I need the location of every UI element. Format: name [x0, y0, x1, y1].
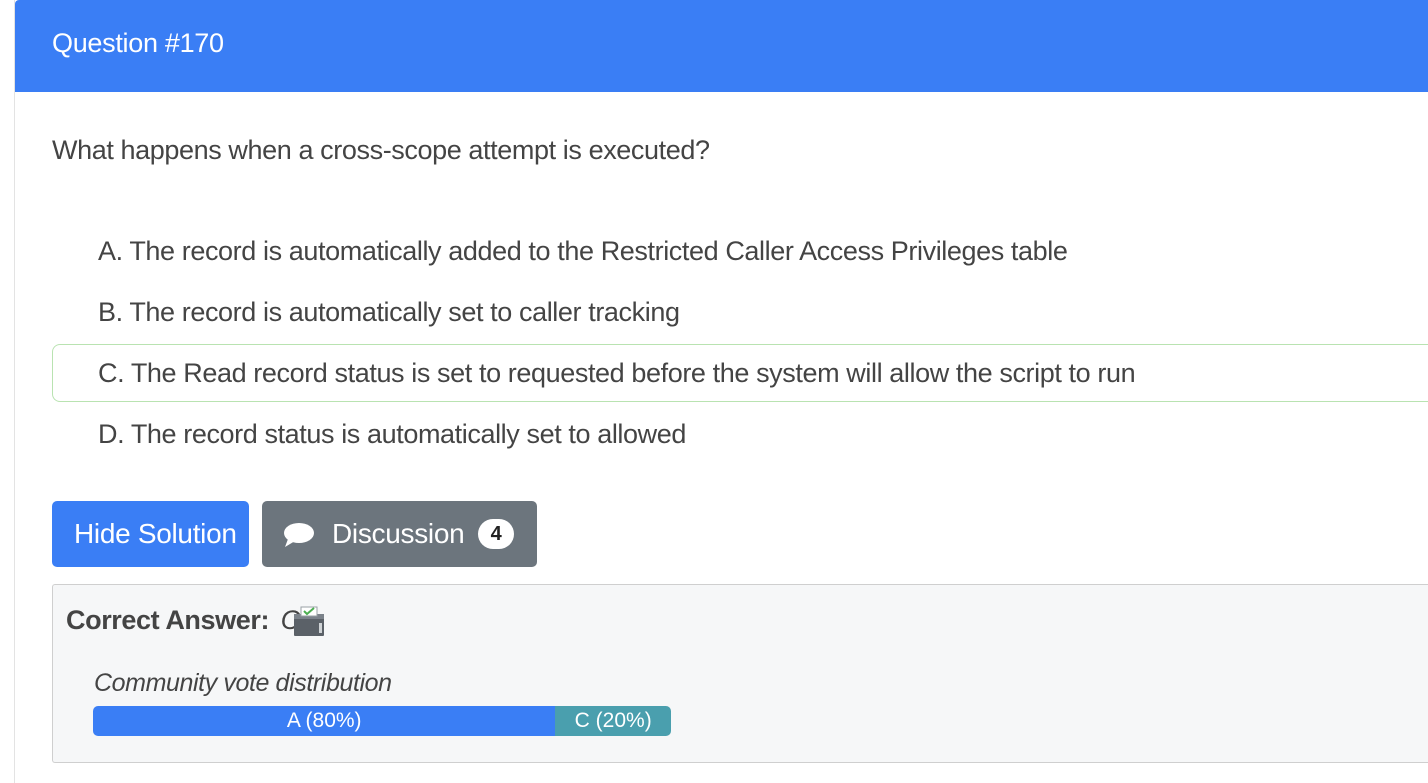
question-text: What happens when a cross-scope attempt … [52, 135, 710, 165]
hide-solution-label: Hide Solution [74, 518, 237, 549]
choice-label: C. The Read record status is set to requ… [98, 358, 1136, 388]
vote-segment: C (20%) [555, 706, 671, 736]
choice-c-correct[interactable]: C. The Read record status is set to requ… [52, 344, 1428, 402]
choice-label: D. The record status is automatically se… [98, 419, 686, 449]
solution-panel: Correct Answer: C Community vote distrib… [52, 584, 1428, 763]
discussion-label: Discussion [332, 518, 465, 549]
choice-d[interactable]: D. The record status is automatically se… [52, 405, 1428, 463]
chat-bubble-icon [284, 523, 314, 547]
discussion-button[interactable]: Discussion 4 [262, 501, 537, 567]
choice-label: A. The record is automatically added to … [98, 236, 1068, 266]
hide-solution-button[interactable]: Hide Solution [52, 501, 249, 567]
question-title: Question #170 [52, 28, 224, 58]
card-header: Question #170 [15, 0, 1428, 92]
question-card: Question #170 What happens when a cross-… [14, 0, 1428, 783]
vote-distribution-caption: Community vote distribution [94, 669, 392, 697]
discussion-count-badge: 4 [478, 519, 514, 549]
ballot-box-icon[interactable] [292, 605, 326, 637]
vote-segment: A (80%) [93, 706, 556, 736]
correct-answer-row: Correct Answer: C [66, 605, 324, 636]
choice-b[interactable]: B. The record is automatically set to ca… [52, 283, 1428, 341]
correct-answer-label: Correct Answer: [66, 605, 270, 635]
choice-a[interactable]: A. The record is automatically added to … [52, 222, 1428, 280]
vote-distribution-bar: A (80%) C (20%) [93, 706, 671, 736]
choice-label: B. The record is automatically set to ca… [98, 297, 680, 327]
